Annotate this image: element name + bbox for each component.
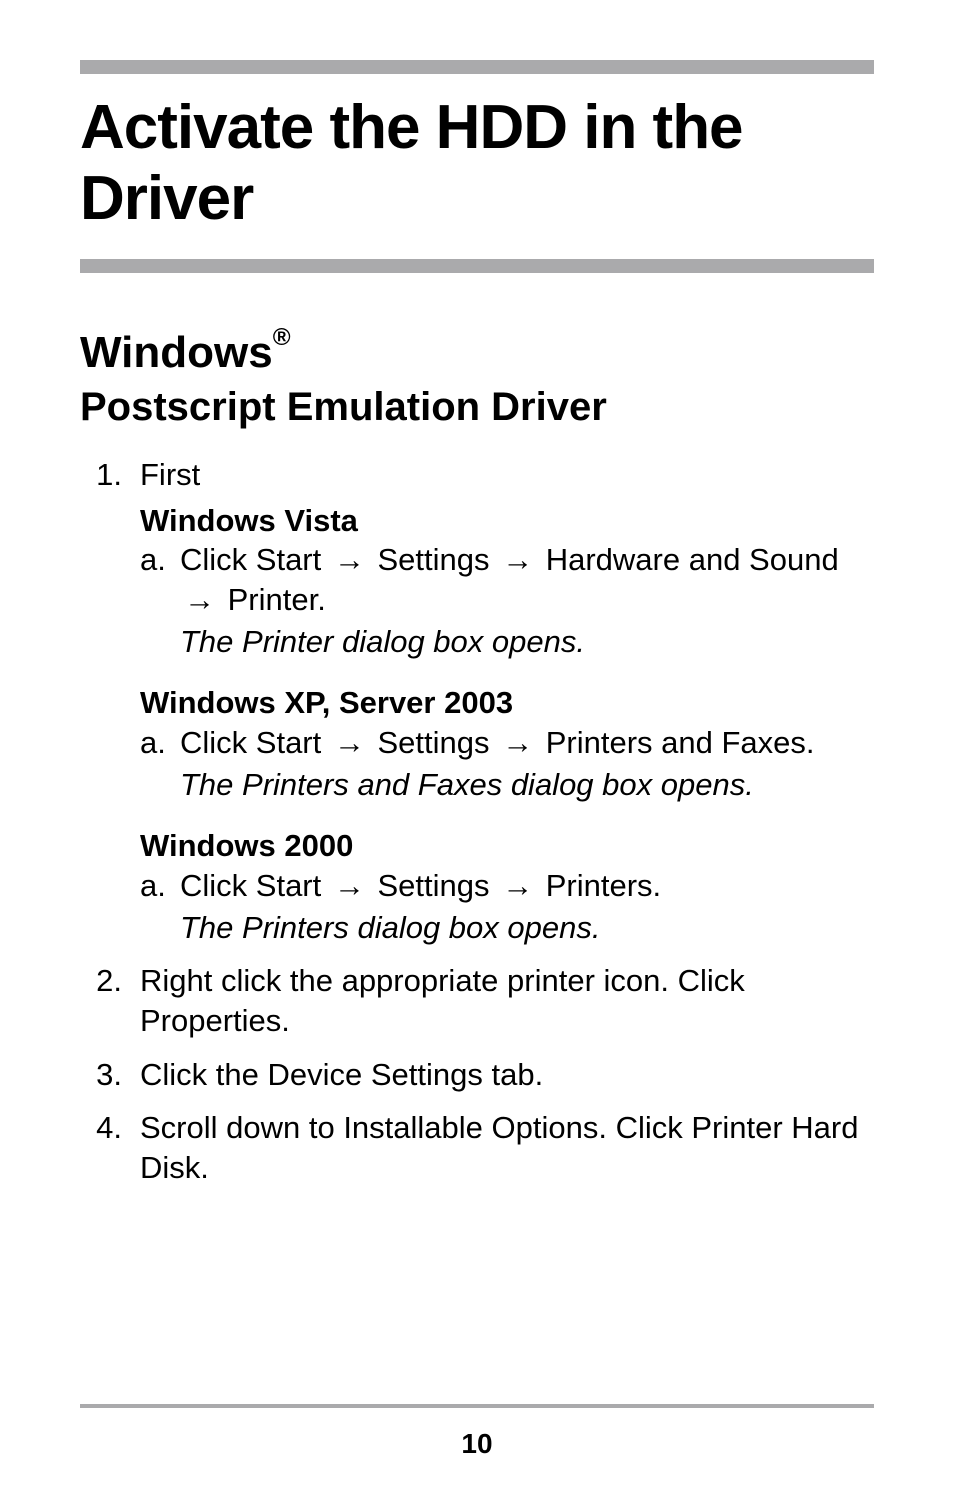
step-1-intro: First: [140, 455, 874, 495]
arrow-icon: →: [330, 723, 369, 763]
title-rule: [80, 259, 874, 273]
w2k-text-2: Settings: [369, 868, 498, 903]
registered-trademark-icon: ®: [273, 324, 291, 351]
substep-marker-a: a.: [140, 866, 180, 906]
step-3-number: 3.: [80, 1055, 140, 1095]
vista-heading: Windows Vista: [140, 501, 874, 541]
vista-text-1: Click Start: [180, 542, 330, 577]
page-title: Activate the HDD in the Driver: [80, 92, 874, 235]
step-1: 1. First Windows Vista a. Click Start → …: [80, 455, 874, 947]
section-heading-1-text: Windows: [80, 328, 273, 377]
step-3: 3. Click the Device Settings tab.: [80, 1055, 874, 1095]
step-4: 4. Scroll down to Installable Options. C…: [80, 1108, 874, 1187]
footer: 10: [80, 1404, 874, 1460]
vista-substep-a: a. Click Start → Settings → Hardware and…: [140, 540, 874, 619]
top-rule: [80, 60, 874, 74]
page: Activate the HDD in the Driver Windows® …: [0, 0, 954, 1500]
section-heading-1: Windows®: [80, 329, 874, 377]
arrow-icon: →: [498, 723, 537, 763]
xp-text-3: Printers and Faxes.: [537, 725, 814, 760]
substep-marker-a: a.: [140, 723, 180, 763]
xp-result: The Printers and Faxes dialog box opens.: [180, 765, 874, 805]
w2k-result: The Printers dialog box opens.: [180, 908, 874, 948]
vista-substep-a-text: Click Start → Settings → Hardware and So…: [180, 540, 874, 619]
arrow-icon: →: [330, 540, 369, 580]
xp-block: Windows XP, Server 2003 a. Click Start →…: [140, 683, 874, 804]
section-heading-2: Postscript Emulation Driver: [80, 385, 874, 429]
xp-text-2: Settings: [369, 725, 498, 760]
vista-text-2: Settings: [369, 542, 498, 577]
footer-rule: [80, 1404, 874, 1408]
arrow-icon: →: [498, 866, 537, 906]
xp-text-1: Click Start: [180, 725, 330, 760]
w2k-substep-a-text: Click Start → Settings → Printers.: [180, 866, 874, 906]
vista-block: Windows Vista a. Click Start → Settings …: [140, 501, 874, 662]
arrow-icon: →: [498, 540, 537, 580]
w2k-block: Windows 2000 a. Click Start → Settings →…: [140, 826, 874, 947]
w2k-substep-a: a. Click Start → Settings → Printers.: [140, 866, 874, 906]
xp-heading: Windows XP, Server 2003: [140, 683, 874, 723]
step-1-body: First Windows Vista a. Click Start → Set…: [140, 455, 874, 947]
xp-substep-a-text: Click Start → Settings → Printers and Fa…: [180, 723, 874, 763]
page-number: 10: [80, 1428, 874, 1460]
w2k-heading: Windows 2000: [140, 826, 874, 866]
w2k-text-1: Click Start: [180, 868, 330, 903]
step-1-number: 1.: [80, 455, 140, 947]
step-2: 2. Right click the appropriate printer i…: [80, 961, 874, 1040]
ordered-list: 1. First Windows Vista a. Click Start → …: [80, 455, 874, 1188]
vista-result: The Printer dialog box opens.: [180, 622, 874, 662]
substep-marker-a: a.: [140, 540, 180, 619]
vista-text-3: Hardware and Sound: [537, 542, 839, 577]
step-4-body: Scroll down to Installable Options. Clic…: [140, 1108, 874, 1187]
xp-substep-a: a. Click Start → Settings → Printers and…: [140, 723, 874, 763]
step-4-number: 4.: [80, 1108, 140, 1187]
arrow-icon: →: [180, 580, 219, 620]
w2k-text-3: Printers.: [537, 868, 661, 903]
step-2-body: Right click the appropriate printer icon…: [140, 961, 874, 1040]
step-2-number: 2.: [80, 961, 140, 1040]
vista-text-4: Printer.: [219, 582, 326, 617]
step-3-body: Click the Device Settings tab.: [140, 1055, 874, 1095]
content: 1. First Windows Vista a. Click Start → …: [80, 441, 874, 1188]
arrow-icon: →: [330, 866, 369, 906]
